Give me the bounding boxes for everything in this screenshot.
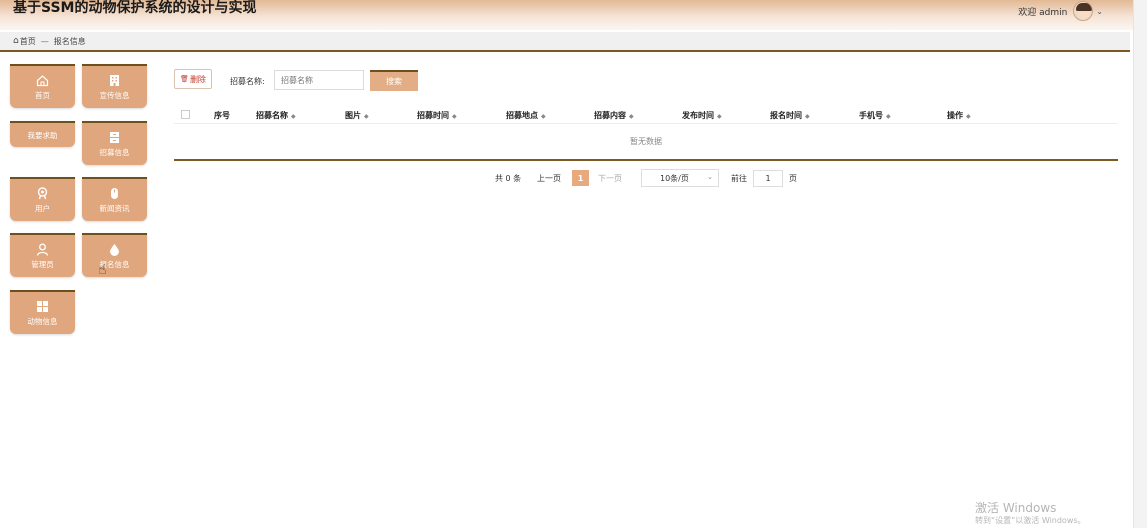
sidebar-item-label: 用户 xyxy=(35,203,50,213)
sort-icon: ◆ xyxy=(291,113,296,120)
goto-page-input[interactable]: 1 xyxy=(753,170,783,187)
person-icon xyxy=(36,243,49,256)
prev-page-button[interactable]: 上一页 xyxy=(537,173,561,184)
search-label: 招募名称: xyxy=(230,77,265,86)
sidebar-item-home[interactable]: 首页 xyxy=(10,64,75,108)
watermark-subtitle: 转到“设置”以激活 Windows。 xyxy=(975,516,1086,525)
sidebar-item-recruit[interactable]: 招募信息 xyxy=(82,121,147,165)
sort-icon: ◆ xyxy=(629,113,634,120)
goto-label: 前往 xyxy=(731,174,747,183)
column-header[interactable]: 招募地点 ◆ xyxy=(506,110,546,121)
sidebar-item-signup[interactable]: 报名信息 xyxy=(82,233,147,277)
sidebar-item-admin[interactable]: 管理员 xyxy=(10,233,75,277)
sidebar-item-label: 管理员 xyxy=(31,259,54,269)
select-all-checkbox[interactable] xyxy=(181,110,190,119)
sort-icon: ◆ xyxy=(717,113,722,120)
column-header[interactable]: 招募时间 ◆ xyxy=(417,110,457,121)
hand-cursor-icon: ☝ xyxy=(98,262,107,278)
trash-icon: 🗑 xyxy=(180,75,189,83)
user-badge-icon xyxy=(36,186,49,200)
column-header[interactable]: 招募内容 ◆ xyxy=(594,110,634,121)
user-menu[interactable]: 欢迎 admin ⌄ xyxy=(1018,1,1103,21)
search-button[interactable]: 搜索 xyxy=(370,70,418,91)
home-icon[interactable]: ⌂ xyxy=(13,36,19,46)
table-header: 序号 招募名称 ◆ 图片 ◆ 招募时间 ◆ 招募地点 ◆ 招募内容 ◆ 发布时间 ◆ 报名时… xyxy=(174,104,1118,124)
sidebar-item-label: 动物信息 xyxy=(27,316,58,326)
building-icon xyxy=(108,74,121,87)
column-header[interactable]: 图片 ◆ xyxy=(345,110,369,121)
column-header: 序号 xyxy=(214,111,230,120)
sort-icon: ◆ xyxy=(805,113,810,120)
sidebar-item-publicity[interactable]: 宣传信息 xyxy=(82,64,147,108)
sidebar-item-label: 招募信息 xyxy=(99,147,130,157)
sort-icon: ◆ xyxy=(452,113,457,120)
pagination-total: 共 0 条 xyxy=(495,174,522,183)
sidebar-item-label: 宣传信息 xyxy=(99,90,130,100)
breadcrumb-current: 报名信息 xyxy=(53,36,86,46)
delete-label: 删除 xyxy=(189,74,206,84)
cabinet-icon xyxy=(108,131,121,144)
grid-icon xyxy=(36,300,49,313)
column-header[interactable]: 发布时间 ◆ xyxy=(682,110,722,121)
next-page-button[interactable]: 下一页 xyxy=(598,173,622,184)
avatar[interactable] xyxy=(1073,1,1094,21)
windows-activation-watermark: 激活 Windows 转到“设置”以激活 Windows。 xyxy=(975,501,1086,527)
home-icon xyxy=(36,74,49,87)
app-title: 基于SSM的动物保护系统的设计与实现 xyxy=(13,0,257,16)
sidebar-item-news[interactable]: 新闻资讯 xyxy=(82,177,147,221)
sidebar-item-user[interactable]: 用户 xyxy=(10,177,75,221)
droplet-icon xyxy=(108,243,121,256)
page-suffix: 页 xyxy=(789,174,797,183)
delete-button[interactable]: 🗑 删除 xyxy=(174,69,212,89)
breadcrumb-home[interactable]: 首页 xyxy=(20,36,36,47)
sidebar-item-label: 新闻资讯 xyxy=(99,203,130,213)
search-input[interactable] xyxy=(274,70,364,90)
page-size-select[interactable]: 10条/页 ⌄ xyxy=(641,169,719,187)
sort-icon: ◆ xyxy=(886,113,891,120)
sidebar-item-label: 首页 xyxy=(35,90,50,100)
breadcrumb-separator: — xyxy=(40,36,49,46)
sidebar-item-label: 我要求助 xyxy=(27,130,58,140)
page-size-value: 10条/页 xyxy=(660,173,689,183)
column-header[interactable]: 报名时间 ◆ xyxy=(770,110,810,121)
chevron-down-icon[interactable]: ⌄ xyxy=(1096,7,1103,16)
column-header[interactable]: 操作 ◆ xyxy=(947,110,971,121)
welcome-text: 欢迎 admin xyxy=(1018,7,1068,18)
table-empty-row: 暂无数据 xyxy=(174,124,1118,161)
current-page[interactable]: 1 xyxy=(572,170,589,186)
sort-icon: ◆ xyxy=(541,113,546,120)
scrollbar[interactable] xyxy=(1133,0,1147,528)
sidebar-item-help[interactable]: 我要求助 xyxy=(10,121,75,147)
sidebar-item-animals[interactable]: 动物信息 xyxy=(10,290,75,334)
breadcrumb: ⌂ 首页 — 报名信息 xyxy=(0,32,1130,52)
chevron-down-icon: ⌄ xyxy=(707,173,713,181)
column-header[interactable]: 手机号 ◆ xyxy=(859,110,891,121)
top-header: 基于SSM的动物保护系统的设计与实现 欢迎 admin ⌄ xyxy=(0,0,1147,30)
sort-icon: ◆ xyxy=(364,113,369,120)
mouse-icon xyxy=(108,187,121,200)
watermark-title: 激活 Windows xyxy=(975,501,1057,515)
empty-text: 暂无数据 xyxy=(630,137,662,146)
sort-icon: ◆ xyxy=(966,113,971,120)
column-header[interactable]: 招募名称 ◆ xyxy=(256,110,296,121)
